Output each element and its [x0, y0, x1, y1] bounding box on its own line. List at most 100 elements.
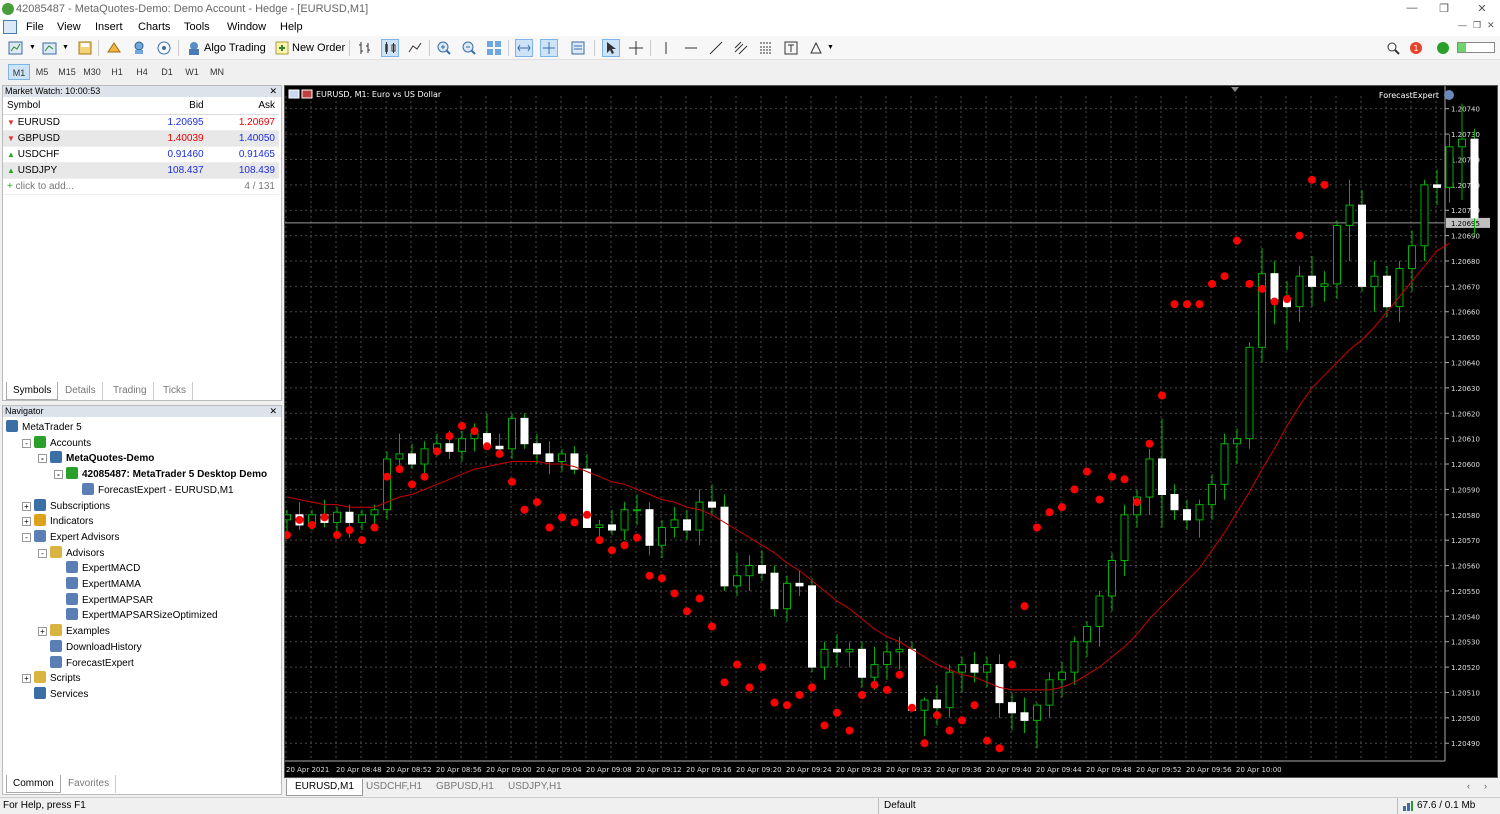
table-row[interactable]: ▼ GBPUSD 1.40039 1.40050 [3, 130, 279, 147]
collapse-icon[interactable]: - [38, 454, 47, 464]
tile-windows-icon[interactable] [486, 40, 502, 56]
nav-item[interactable]: ExpertMACD [54, 561, 140, 574]
zoom-out-icon[interactable] [461, 40, 477, 56]
new-order-button[interactable]: New Order [292, 42, 345, 54]
column-header-bid[interactable]: Bid [136, 97, 208, 115]
profiles-icon[interactable] [42, 40, 58, 56]
notifications-icon[interactable]: 1 [1408, 40, 1424, 56]
timeframe-m1[interactable]: M1 [8, 64, 30, 80]
chart-tab-usdjpy-h1[interactable]: USDJPY,H1 [500, 779, 570, 796]
search-icon[interactable] [1385, 40, 1401, 56]
add-symbol-cell[interactable]: + click to add... [3, 178, 137, 195]
algo-trading-icon[interactable] [186, 40, 202, 56]
line-chart-icon[interactable] [407, 40, 423, 56]
collapse-icon[interactable]: - [38, 548, 47, 558]
nav-item[interactable]: Services [22, 686, 88, 700]
menu-file[interactable]: File [26, 21, 44, 33]
templates-icon[interactable] [570, 40, 586, 56]
text-icon[interactable] [783, 40, 799, 56]
chart-tab-gbpusd-h1[interactable]: GBPUSD,H1 [428, 779, 502, 796]
menu-tools[interactable]: Tools [184, 21, 210, 33]
mdi-minimize-button[interactable]: — [1458, 20, 1467, 30]
nav-item[interactable]: - MetaQuotes-Demo [38, 451, 154, 464]
nav-item[interactable]: - Advisors [38, 545, 104, 559]
zoom-in-icon[interactable] [436, 40, 452, 56]
collapse-icon[interactable]: - [22, 532, 31, 542]
candlestick-chart-icon[interactable] [381, 39, 399, 57]
expand-icon[interactable]: + [38, 627, 47, 637]
nav-item[interactable]: ForecastExpert - EURUSD,M1 [70, 482, 234, 496]
tab-favorites[interactable]: Favorites [62, 775, 117, 793]
nav-item[interactable]: MetaTrader 5 [6, 420, 82, 433]
new-order-icon[interactable] [274, 40, 290, 56]
nav-item[interactable]: ExpertMAPSARSizeOptimized [54, 608, 218, 621]
nav-item[interactable]: -42085487: MetaTrader 5 Desktop Demo [54, 467, 267, 480]
depth-of-market-icon[interactable] [106, 40, 122, 56]
tab-ticks[interactable]: Ticks [157, 382, 193, 400]
chart-window-icon[interactable] [3, 20, 17, 34]
cursor-icon[interactable] [602, 39, 620, 57]
column-header-symbol[interactable]: Symbol [3, 97, 137, 115]
bar-chart-icon[interactable] [357, 40, 373, 56]
price-chart[interactable]: 1.207401.207301.207201.207101.207001.206… [283, 86, 1497, 777]
table-row[interactable]: ▲ USDJPY 108.437 108.439 [3, 162, 279, 179]
minimize-button[interactable]: — [1402, 2, 1422, 17]
timeframe-h4[interactable]: H4 [131, 64, 153, 80]
market-icon[interactable] [131, 40, 147, 56]
crosshair-icon[interactable] [628, 40, 644, 56]
timeframe-w1[interactable]: W1 [181, 64, 203, 80]
table-row[interactable]: ▲ USDCHF 0.91460 0.91465 [3, 146, 279, 163]
expand-icon[interactable]: + [22, 674, 31, 684]
timeframe-m15[interactable]: M15 [56, 64, 78, 80]
tab-common[interactable]: Common [6, 775, 61, 793]
status-profile[interactable]: Default [884, 800, 916, 811]
new-chart-icon[interactable] [8, 40, 24, 56]
tab-symbols[interactable]: Symbols [6, 382, 59, 400]
scroll-left-icon[interactable]: ‹ [1467, 781, 1470, 791]
timeframe-m30[interactable]: M30 [81, 64, 103, 80]
timeframe-h1[interactable]: H1 [106, 64, 128, 80]
close-icon[interactable]: ✕ [269, 86, 277, 97]
restore-button[interactable]: ❐ [1434, 2, 1454, 17]
mdi-close-button[interactable]: ✕ [1487, 20, 1495, 31]
close-icon[interactable]: ✕ [269, 406, 277, 417]
symbol-cell[interactable]: ▲ USDJPY [3, 162, 137, 179]
algo-trading-button[interactable]: Algo Trading [204, 42, 266, 54]
menu-window[interactable]: Window [227, 21, 266, 33]
table-row[interactable]: ▼ EURUSD 1.20695 1.20697 [3, 114, 279, 131]
menu-insert[interactable]: Insert [95, 21, 123, 33]
nav-item[interactable]: + Examples [38, 624, 110, 637]
symbol-cell[interactable]: ▼ GBPUSD [3, 130, 137, 147]
tab-trading[interactable]: Trading [107, 382, 154, 400]
add-symbol-row[interactable]: + click to add... 4 / 131 [3, 178, 279, 195]
close-button[interactable]: ✕ [1472, 2, 1492, 17]
channel-icon[interactable] [733, 40, 749, 56]
timeframe-mn[interactable]: MN [206, 64, 228, 80]
nav-item[interactable]: ForecastExpert [38, 655, 134, 669]
nav-item[interactable]: - Expert Advisors [22, 529, 119, 543]
symbol-cell[interactable]: ▼ EURUSD [3, 114, 137, 131]
chevron-down-icon[interactable]: ▼ [827, 44, 834, 51]
chart-shift-icon[interactable] [540, 39, 558, 57]
nav-item[interactable]: DownloadHistory [38, 639, 142, 653]
chart-window[interactable]: 1.20740 1.20730 1.20720 1.20710 1.20700 1.206… [283, 85, 1498, 778]
column-header-ask[interactable]: Ask [207, 97, 279, 115]
mdi-restore-button[interactable]: ❐ [1473, 20, 1481, 31]
nav-item[interactable]: + Scripts [22, 671, 81, 684]
horizontal-line-icon[interactable] [683, 40, 699, 56]
menu-view[interactable]: View [57, 21, 81, 33]
nav-item[interactable]: + Indicators [22, 514, 93, 527]
fibonacci-icon[interactable] [758, 40, 774, 56]
vertical-line-icon[interactable] [658, 40, 674, 56]
trend-line-icon[interactable] [708, 40, 724, 56]
expand-icon[interactable]: + [22, 501, 31, 511]
menu-charts[interactable]: Charts [138, 21, 170, 33]
shapes-icon[interactable] [808, 40, 824, 56]
expand-icon[interactable]: + [22, 517, 31, 527]
tab-details[interactable]: Details [59, 382, 103, 400]
chart-tab-eurusd-m1[interactable]: EURUSD,M1 [286, 779, 363, 796]
symbol-cell[interactable]: ▲ USDCHF [3, 146, 137, 163]
timeframe-m5[interactable]: M5 [31, 64, 53, 80]
scroll-right-icon[interactable]: › [1484, 781, 1487, 791]
nav-item[interactable]: + Subscriptions [22, 498, 110, 512]
